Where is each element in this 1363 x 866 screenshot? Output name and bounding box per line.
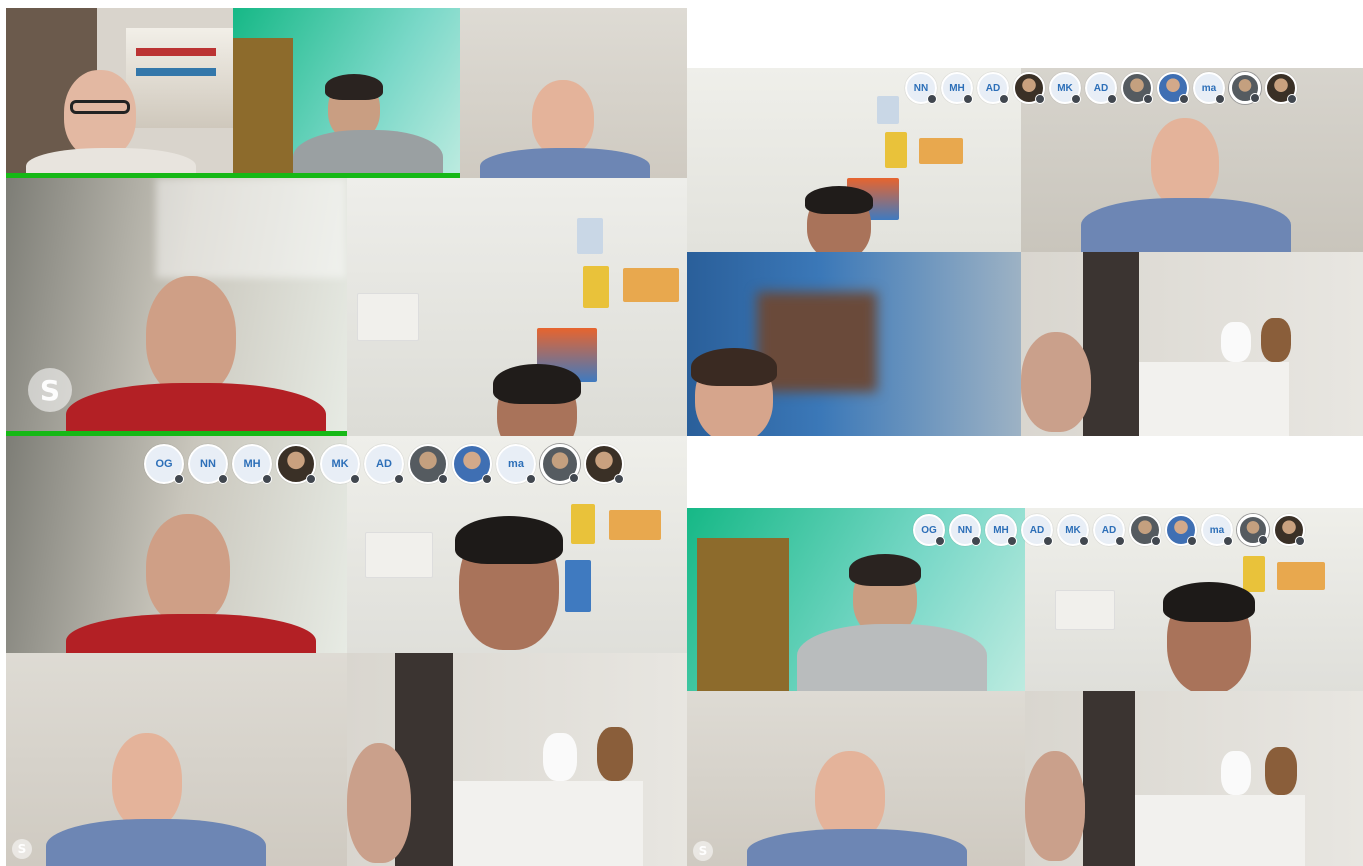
- call-window-1: S: [6, 8, 687, 436]
- participant-avatar[interactable]: NN: [905, 72, 937, 104]
- microphone-icon: [614, 474, 624, 484]
- microphone-icon: [971, 536, 981, 546]
- participant-avatar[interactable]: NN: [188, 444, 228, 484]
- participant-avatar[interactable]: MK: [1049, 72, 1081, 104]
- microphone-icon: [1187, 536, 1197, 546]
- participant-avatar[interactable]: [452, 444, 492, 484]
- microphone-icon: [1250, 93, 1260, 103]
- call-window-2: NN MH AD MK AD ma: [687, 68, 1363, 436]
- participant-roster: OG NN MH MK AD ma: [144, 444, 624, 484]
- video-tile[interactable]: [460, 8, 687, 178]
- call-window-4: S OG NN MH AD MK AD ma: [687, 508, 1363, 866]
- video-tile[interactable]: [347, 653, 687, 866]
- microphone-icon: [1258, 535, 1268, 545]
- video-tile[interactable]: [233, 8, 460, 178]
- participant-avatar[interactable]: [1121, 72, 1153, 104]
- microphone-icon: [1107, 94, 1117, 104]
- video-tile[interactable]: [1021, 252, 1363, 436]
- microphone-icon: [394, 474, 404, 484]
- participant-avatar[interactable]: MK: [320, 444, 360, 484]
- participant-avatar[interactable]: AD: [977, 72, 1009, 104]
- participant-avatar[interactable]: [276, 444, 316, 484]
- participant-avatar[interactable]: MH: [941, 72, 973, 104]
- microphone-icon: [350, 474, 360, 484]
- microphone-icon: [1151, 536, 1161, 546]
- microphone-icon: [262, 474, 272, 484]
- microphone-icon: [1215, 94, 1225, 104]
- video-tile[interactable]: [687, 252, 1021, 436]
- microphone-icon: [1143, 94, 1153, 104]
- participant-avatar[interactable]: AD: [364, 444, 404, 484]
- microphone-icon: [1223, 536, 1233, 546]
- video-tile[interactable]: S: [6, 653, 347, 866]
- microphone-icon: [935, 536, 945, 546]
- microphone-icon: [1179, 94, 1189, 104]
- participant-avatar[interactable]: MH: [232, 444, 272, 484]
- microphone-icon: [963, 94, 973, 104]
- skype-icon: S: [12, 839, 32, 859]
- participant-roster: OG NN MH AD MK AD ma: [913, 514, 1305, 546]
- microphone-icon: [1043, 536, 1053, 546]
- participant-avatar[interactable]: [1273, 514, 1305, 546]
- participant-avatar[interactable]: ma: [1201, 514, 1233, 546]
- microphone-icon: [1071, 94, 1081, 104]
- microphone-icon: [1079, 536, 1089, 546]
- participant-avatar[interactable]: AD: [1085, 72, 1117, 104]
- participant-avatar[interactable]: [1229, 72, 1261, 104]
- participant-roster: NN MH AD MK AD ma: [905, 72, 1297, 104]
- participant-avatar[interactable]: [1237, 514, 1269, 546]
- microphone-icon: [999, 94, 1009, 104]
- microphone-icon: [1287, 94, 1297, 104]
- participant-avatar[interactable]: [1129, 514, 1161, 546]
- participant-avatar[interactable]: [1265, 72, 1297, 104]
- participant-avatar[interactable]: [584, 444, 624, 484]
- skype-icon: S: [693, 841, 713, 861]
- video-tile[interactable]: [347, 178, 687, 436]
- participant-avatar[interactable]: ma: [496, 444, 536, 484]
- participant-avatar[interactable]: [1165, 514, 1197, 546]
- participant-avatar[interactable]: OG: [913, 514, 945, 546]
- video-tile[interactable]: S: [687, 691, 1025, 866]
- video-tile[interactable]: S: [6, 178, 347, 436]
- microphone-icon: [438, 474, 448, 484]
- participant-avatar[interactable]: OG: [144, 444, 184, 484]
- microphone-icon: [482, 474, 492, 484]
- video-tile[interactable]: [6, 8, 233, 178]
- microphone-icon: [569, 473, 579, 483]
- participant-avatar[interactable]: AD: [1093, 514, 1125, 546]
- participant-avatar[interactable]: [540, 444, 580, 484]
- participant-avatar[interactable]: MK: [1057, 514, 1089, 546]
- skype-icon: S: [28, 368, 72, 412]
- participant-avatar[interactable]: MH: [985, 514, 1017, 546]
- participant-avatar[interactable]: NN: [949, 514, 981, 546]
- microphone-icon: [1035, 94, 1045, 104]
- microphone-icon: [306, 474, 316, 484]
- microphone-icon: [526, 474, 536, 484]
- call-window-3: S OG NN MH MK AD ma: [6, 436, 687, 866]
- participant-avatar[interactable]: AD: [1021, 514, 1053, 546]
- microphone-icon: [218, 474, 228, 484]
- video-tile[interactable]: [1025, 691, 1363, 866]
- participant-avatar[interactable]: [1013, 72, 1045, 104]
- participant-avatar[interactable]: [1157, 72, 1189, 104]
- participant-avatar[interactable]: ma: [1193, 72, 1225, 104]
- microphone-icon: [174, 474, 184, 484]
- participant-avatar[interactable]: [408, 444, 448, 484]
- microphone-icon: [1295, 536, 1305, 546]
- microphone-icon: [1007, 536, 1017, 546]
- microphone-icon: [1115, 536, 1125, 546]
- microphone-icon: [927, 94, 937, 104]
